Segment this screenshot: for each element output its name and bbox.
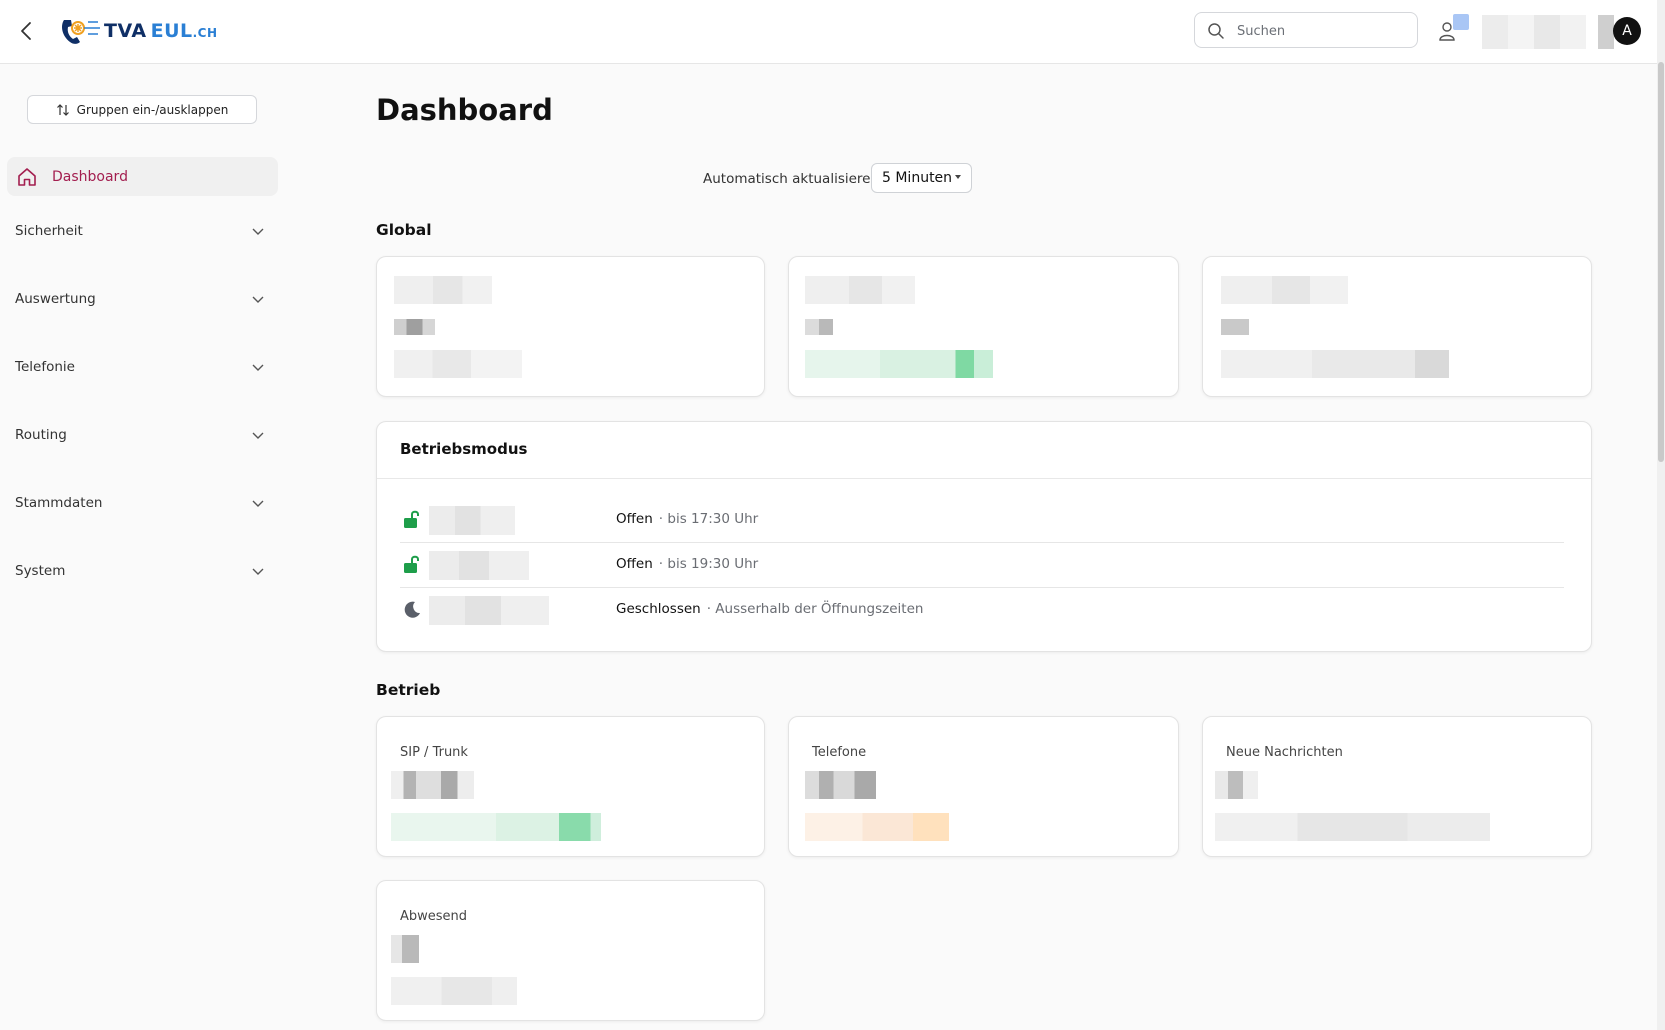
redacted-title	[1221, 276, 1348, 304]
betriebsmodus-row[interactable]: Offen · bis 19:30 Uhr	[400, 543, 1564, 588]
chevron-down-icon	[252, 364, 264, 371]
sidebar-group-label: System	[15, 563, 66, 579]
sidebar-item-dashboard[interactable]: Dashboard	[7, 157, 278, 196]
sidebar-group-label: Telefonie	[15, 359, 75, 375]
sidebar: Gruppen ein-/ausklappen Dashboard Sicher…	[0, 64, 290, 1030]
user-name-redacted	[1482, 15, 1586, 49]
toggle-groups-button[interactable]: Gruppen ein-/ausklappen	[27, 95, 257, 124]
betriebsmodus-header: Betriebsmodus	[377, 422, 1591, 479]
redacted-title	[805, 276, 915, 304]
betrieb-card-neue-nachrichten[interactable]: Neue Nachrichten	[1202, 716, 1592, 857]
chevron-down-icon	[252, 500, 264, 507]
betrieb-card-abwesend[interactable]: Abwesend	[376, 880, 765, 1021]
back-button[interactable]	[16, 18, 38, 44]
section-title-global: Global	[376, 221, 432, 239]
logo-ch: .CH	[192, 26, 218, 40]
redacted-status-bar	[805, 350, 993, 378]
search-input[interactable]	[1235, 20, 1409, 42]
global-card-2[interactable]	[788, 256, 1179, 397]
page-title: Dashboard	[376, 93, 553, 127]
sidebar-group-stammdaten[interactable]: Stammdaten	[15, 491, 265, 515]
status-text: Geschlossen · Ausserhalb der Öffnungszeit…	[616, 601, 923, 617]
sort-arrows-icon	[56, 103, 69, 116]
unlock-icon	[404, 555, 419, 573]
section-title-betrieb: Betrieb	[376, 681, 441, 699]
card-label: Telefone	[812, 745, 867, 760]
chevron-down-icon	[252, 296, 264, 303]
betriebsmodus-row[interactable]: Offen · bis 17:30 Uhr	[400, 498, 1564, 543]
caret-down-icon	[955, 175, 961, 179]
redacted-location-name	[429, 551, 529, 580]
redacted-title	[394, 276, 492, 304]
logo-text: TVA EUL.CH	[104, 20, 218, 42]
redacted-value	[391, 771, 474, 799]
scrollbar-thumb[interactable]	[1658, 62, 1664, 462]
status-detail: · bis 17:30 Uhr	[658, 511, 759, 527]
global-card-3[interactable]	[1202, 256, 1592, 397]
status-label: Offen	[616, 556, 653, 572]
user-redacted-block	[1598, 15, 1614, 49]
redacted-subtext	[391, 977, 517, 1005]
chevron-down-icon	[252, 568, 264, 575]
top-header: TVAEUL.CH A	[0, 0, 1657, 64]
sidebar-group-label: Sicherheit	[15, 223, 83, 239]
betrieb-card-telefone[interactable]: Telefone	[788, 716, 1179, 857]
status-label: Geschlossen	[616, 601, 701, 617]
redacted-status-bar	[805, 813, 949, 841]
auto-refresh-value: 5 Minuten	[882, 170, 953, 186]
status-text: Offen · bis 17:30 Uhr	[616, 511, 758, 527]
redacted-status-bar	[391, 813, 601, 841]
sidebar-group-sicherheit[interactable]: Sicherheit	[15, 219, 265, 243]
status-text: Offen · bis 19:30 Uhr	[616, 556, 758, 572]
redacted-location-name	[429, 596, 549, 625]
redacted-value	[1221, 319, 1249, 335]
status-detail: · Ausserhalb der Öffnungszeiten	[706, 601, 924, 617]
moon-icon	[404, 601, 420, 618]
redacted-value	[805, 771, 876, 799]
redacted-value	[391, 935, 419, 963]
redacted-subtext	[394, 350, 522, 378]
status-label: Offen	[616, 511, 653, 527]
sidebar-group-routing[interactable]: Routing	[15, 423, 265, 447]
sidebar-group-system[interactable]: System	[15, 559, 265, 583]
card-label: Abwesend	[400, 909, 468, 924]
search-box[interactable]	[1194, 12, 1418, 48]
redacted-value	[1215, 771, 1258, 799]
sidebar-group-telefonie[interactable]: Telefonie	[15, 355, 265, 379]
toggle-groups-label: Gruppen ein-/ausklappen	[76, 102, 229, 117]
avatar[interactable]: A	[1613, 17, 1641, 45]
redacted-subtext	[1221, 350, 1449, 378]
search-icon	[1208, 23, 1224, 39]
betriebsmodus-title: Betriebsmodus	[400, 440, 528, 458]
logo[interactable]: TVA EUL.CH	[58, 14, 218, 48]
chevron-left-icon	[21, 22, 31, 40]
user-badge	[1453, 14, 1469, 30]
page-scrollbar[interactable]	[1657, 0, 1665, 1030]
sidebar-group-label: Auswertung	[15, 291, 96, 307]
redacted-value	[805, 319, 833, 335]
sidebar-group-label: Routing	[15, 427, 67, 443]
betriebsmodus-card: Betriebsmodus Offen · bis 17:30 Uhr Offen…	[376, 421, 1592, 652]
phone-logo-icon	[62, 20, 100, 44]
status-detail: · bis 19:30 Uhr	[658, 556, 759, 572]
chevron-down-icon	[252, 228, 264, 235]
betrieb-card-sip-trunk[interactable]: SIP / Trunk	[376, 716, 765, 857]
redacted-subtext	[1215, 813, 1490, 841]
logo-eul: EUL	[150, 20, 193, 42]
auto-refresh-select[interactable]: 5 Minuten	[871, 163, 972, 193]
sidebar-item-label: Dashboard	[52, 168, 128, 185]
card-label: SIP / Trunk	[400, 745, 468, 760]
betriebsmodus-row[interactable]: Geschlossen · Ausserhalb der Öffnungszeit…	[400, 588, 1564, 632]
home-icon	[18, 167, 36, 186]
redacted-location-name	[429, 506, 515, 535]
card-label: Neue Nachrichten	[1226, 745, 1343, 760]
logo-tva: TVA	[104, 20, 147, 42]
chevron-down-icon	[252, 432, 264, 439]
unlock-icon	[404, 510, 419, 528]
sidebar-group-auswertung[interactable]: Auswertung	[15, 287, 265, 311]
sidebar-group-label: Stammdaten	[15, 495, 103, 511]
auto-refresh-label: Automatisch aktualisieren:	[703, 171, 884, 187]
redacted-value	[394, 319, 435, 335]
global-card-1[interactable]	[376, 256, 765, 397]
